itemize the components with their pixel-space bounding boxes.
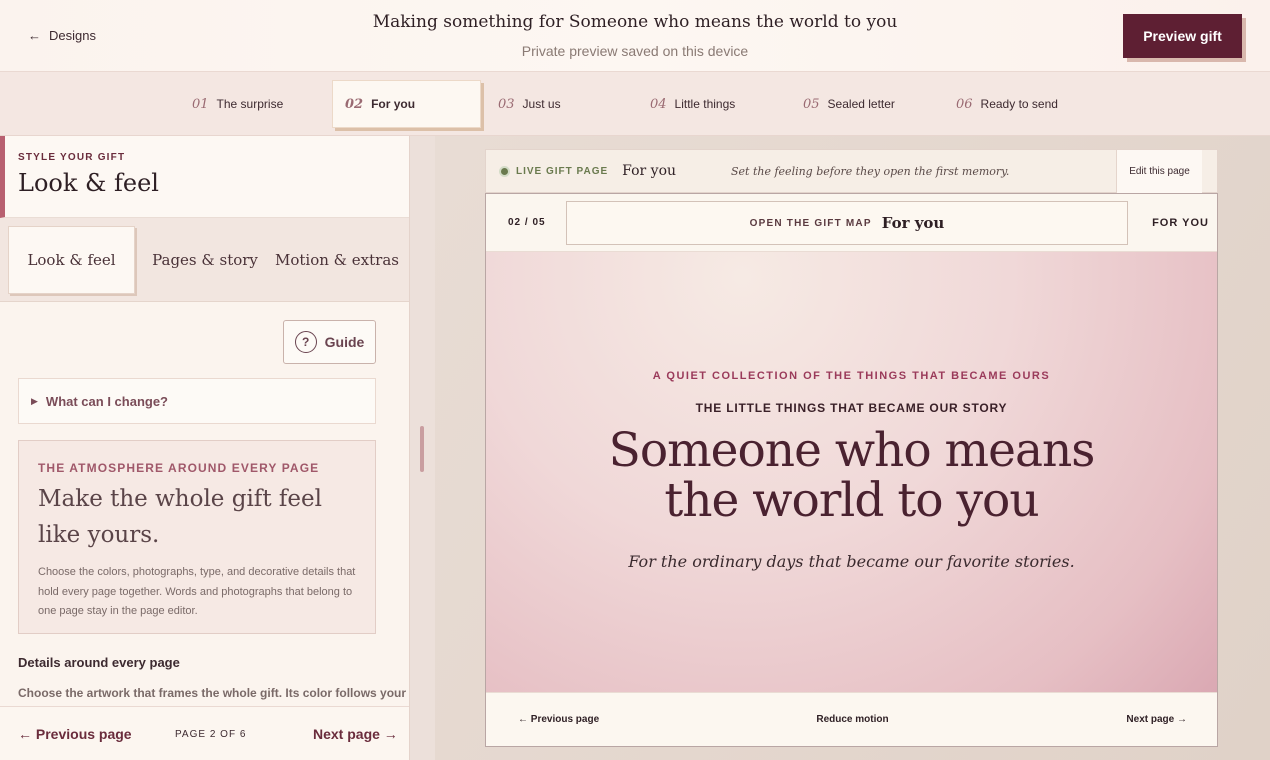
gift-eyebrow: A QUIET COLLECTION OF THE THINGS THAT BE… [652, 370, 1051, 382]
gift-title-line-2: the world to you [664, 473, 1039, 528]
edit-page-button[interactable]: Edit this page [1116, 150, 1202, 193]
gift-page-count: 02 / 05 [508, 217, 546, 228]
live-status-dot-icon [501, 167, 508, 175]
panel-divider [410, 136, 435, 760]
card-body: Choose the colors, photographs, type, an… [38, 566, 356, 617]
gift-preview: 02 / 05 OPEN THE GIFT MAP For you FOR YO… [485, 193, 1218, 747]
gift-title: Someone who means the world to you [486, 426, 1217, 526]
step-label: Ready to send [980, 97, 1058, 111]
sidebar-tabs: Look & feel Pages & story Motion & extra… [0, 218, 409, 302]
step-label: The surprise [216, 97, 284, 111]
guide-button[interactable]: ? Guide [283, 320, 376, 364]
step-02[interactable]: 02 For you [332, 80, 481, 128]
step-04[interactable]: 04 Little things [638, 80, 778, 128]
section-heading: Details around every page [18, 655, 180, 670]
gift-footer: ← Previous page Reduce motion Next page … [486, 692, 1217, 746]
step-nav: 01 The surprise 02 For you 03 Just us 04… [0, 72, 1270, 136]
sidebar-header: STYLE YOUR GIFT Look & feel [0, 136, 409, 218]
section-text: Choose the artwork that frames the whole… [18, 686, 407, 700]
sidebar-eyebrow: STYLE YOUR GIFT [18, 152, 126, 163]
guide-label: Guide [324, 334, 365, 350]
live-gift-bar: LIVE GIFT PAGE For you Set the feeling b… [485, 149, 1218, 193]
step-number: 06 [956, 96, 973, 112]
step-label: Sealed letter [827, 97, 895, 111]
next-page-link[interactable]: Next page → [313, 726, 398, 742]
step-number: 03 [498, 96, 515, 112]
live-page-name: For you [622, 163, 677, 179]
step-label: For you [371, 97, 416, 111]
help-icon: ? [294, 331, 317, 353]
step-label: Little things [674, 97, 736, 111]
page-indicator: PAGE 2 OF 6 [175, 729, 247, 740]
gift-map-page: For you [881, 214, 945, 232]
page-title: Making something for Someone who means t… [372, 12, 898, 32]
what-can-i-change-disclosure[interactable]: ▶ What can I change? [18, 378, 376, 424]
step-label: Just us [522, 97, 561, 111]
reduce-motion-toggle[interactable]: Reduce motion [486, 714, 1217, 725]
gift-nav: 02 / 05 OPEN THE GIFT MAP For you FOR YO… [486, 194, 1217, 252]
atmosphere-card: THE ATMOSPHERE AROUND EVERY PAGE Make th… [18, 440, 376, 634]
disclosure-triangle-icon: ▶ [31, 395, 38, 406]
gift-quote: For the ordinary days that became our fa… [628, 552, 1075, 571]
gift-title-line-1: Someone who means [608, 423, 1096, 478]
step-05[interactable]: 05 Sealed letter [791, 80, 931, 128]
step-number: 02 [345, 96, 364, 112]
step-number: 04 [650, 96, 667, 112]
step-03[interactable]: 03 Just us [486, 80, 626, 128]
tab-look-and-feel[interactable]: Look & feel [8, 226, 135, 294]
tab-motion-and-extras[interactable]: Motion & extras [274, 226, 400, 294]
previous-page-link[interactable]: ← Previous page [18, 726, 132, 742]
sidebar-title: Look & feel [18, 169, 159, 197]
gift-map-label: OPEN THE GIFT MAP [749, 217, 872, 229]
step-number: 05 [803, 96, 820, 112]
live-label: LIVE GIFT PAGE [516, 165, 609, 177]
disclosure-label: What can I change? [45, 393, 168, 409]
gift-page-label: FOR YOU [1152, 217, 1209, 229]
card-title: Make the whole gift feel like yours. [38, 486, 322, 548]
save-status: Private preview saved on this device [521, 43, 749, 59]
tab-pages-and-story[interactable]: Pages & story [140, 226, 270, 294]
gift-next-page-button[interactable]: Next page → [1126, 714, 1187, 725]
sidebar-footer: ← Previous page PAGE 2 OF 6 Next page → [0, 706, 409, 760]
preview-gift-button[interactable]: Preview gift [1123, 14, 1242, 58]
live-hint: Set the feeling before they open the fir… [731, 164, 1010, 178]
step-number: 01 [192, 96, 209, 112]
gift-subheading: THE LITTLE THINGS THAT BECAME OUR STORY [695, 401, 1008, 415]
resize-handle[interactable] [420, 426, 424, 472]
step-06[interactable]: 06 Ready to send [944, 80, 1094, 128]
top-header: ← Designs Making something for Someone w… [0, 0, 1270, 72]
style-sidebar: STYLE YOUR GIFT Look & feel Look & feel … [0, 136, 410, 760]
open-gift-map-button[interactable]: OPEN THE GIFT MAP For you [566, 201, 1128, 245]
card-eyebrow: THE ATMOSPHERE AROUND EVERY PAGE [38, 461, 320, 475]
step-01[interactable]: 01 The surprise [180, 80, 320, 128]
